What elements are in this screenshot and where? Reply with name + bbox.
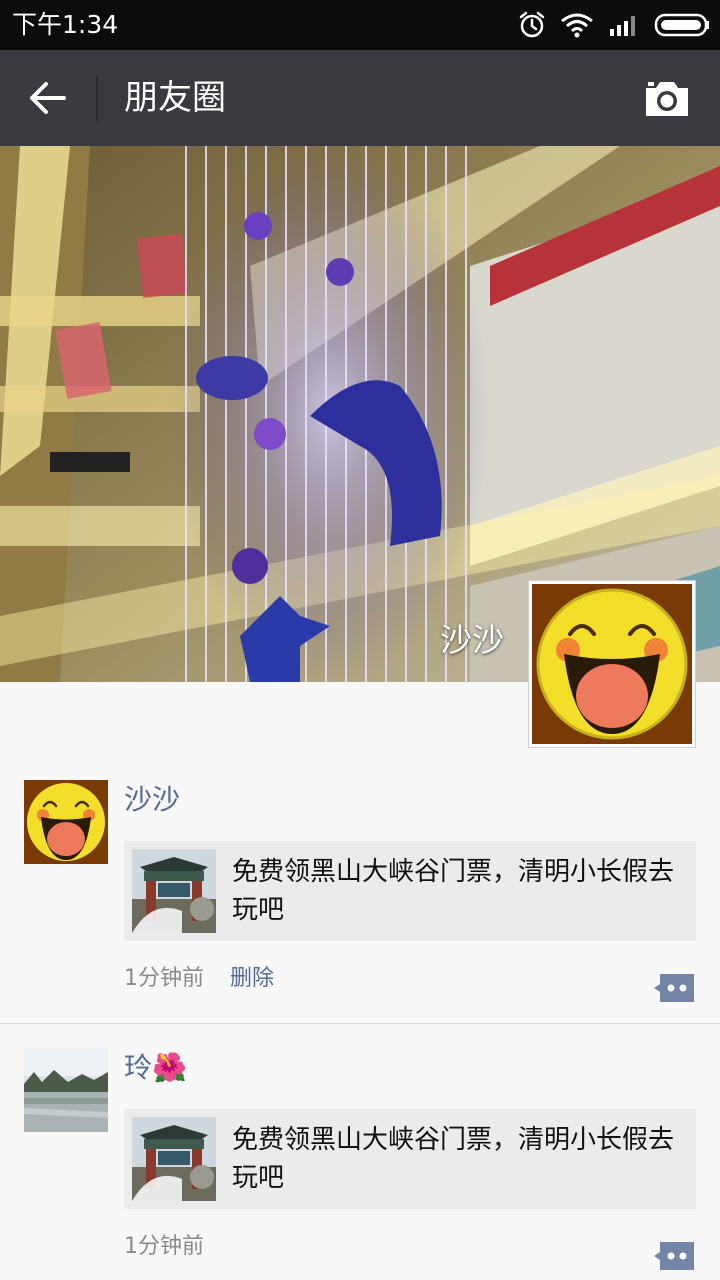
shared-link-text: 免费领黑山大峡谷门票，清明小长假去玩吧: [232, 1125, 675, 1193]
comment-button[interactable]: [652, 1240, 696, 1272]
gate-thumbnail-image: [132, 1117, 216, 1201]
delete-link[interactable]: 删除: [230, 964, 274, 994]
avatar[interactable]: [24, 1048, 108, 1132]
shared-link-card[interactable]: 免费领黑山大峡谷门票，清明小长假去玩吧: [124, 1109, 696, 1209]
status-bar: 下午1:34: [0, 0, 720, 50]
camera-icon: [646, 82, 688, 116]
alarm-icon: [519, 11, 545, 38]
post-divider: [0, 1023, 720, 1024]
lake-avatar-image: [24, 1048, 108, 1132]
post-author-name[interactable]: 玲🌺: [124, 1050, 187, 1086]
shared-link-card[interactable]: 免费领黑山大峡谷门票，清明小长假去玩吧: [124, 841, 696, 941]
smiley-avatar-image: [24, 780, 108, 864]
status-time: 下午1:34: [12, 10, 119, 39]
moment-post: 玲🌺 免费领黑山大峡谷门票，清明小长假去玩吧 1分钟前: [0, 1048, 720, 1280]
camera-button[interactable]: [642, 78, 692, 120]
nav-divider: [96, 76, 98, 122]
smiley-avatar-image: [532, 584, 692, 744]
comment-more-icon: [654, 974, 694, 1002]
comment-button[interactable]: [652, 972, 696, 1004]
post-timestamp: 1分钟前: [124, 1234, 204, 1259]
status-icons: [518, 10, 710, 40]
post-author-name[interactable]: 沙沙: [124, 782, 180, 818]
shared-link-thumbnail: [132, 849, 216, 933]
signal-icon: [610, 16, 635, 36]
avatar[interactable]: [24, 780, 108, 864]
page-title: 朋友圈: [124, 78, 226, 118]
moment-post: 沙沙 免费领黑山大峡谷门票，清明小长假去玩吧 1分钟前 删除: [0, 780, 720, 1024]
nav-bar: 朋友圈: [0, 50, 720, 146]
back-button[interactable]: [20, 74, 76, 122]
post-timestamp: 1分钟前: [124, 966, 204, 991]
arrow-left-icon: [30, 82, 66, 114]
shared-link-text: 免费领黑山大峡谷门票，清明小长假去玩吧: [232, 857, 675, 925]
cover-username: 沙沙: [439, 621, 504, 659]
wifi-icon: [561, 13, 593, 38]
battery-icon: [654, 13, 709, 37]
comment-more-icon: [654, 1242, 694, 1270]
gate-thumbnail-image: [132, 849, 216, 933]
shared-link-thumbnail: [132, 1117, 216, 1201]
profile-avatar[interactable]: [528, 580, 696, 748]
